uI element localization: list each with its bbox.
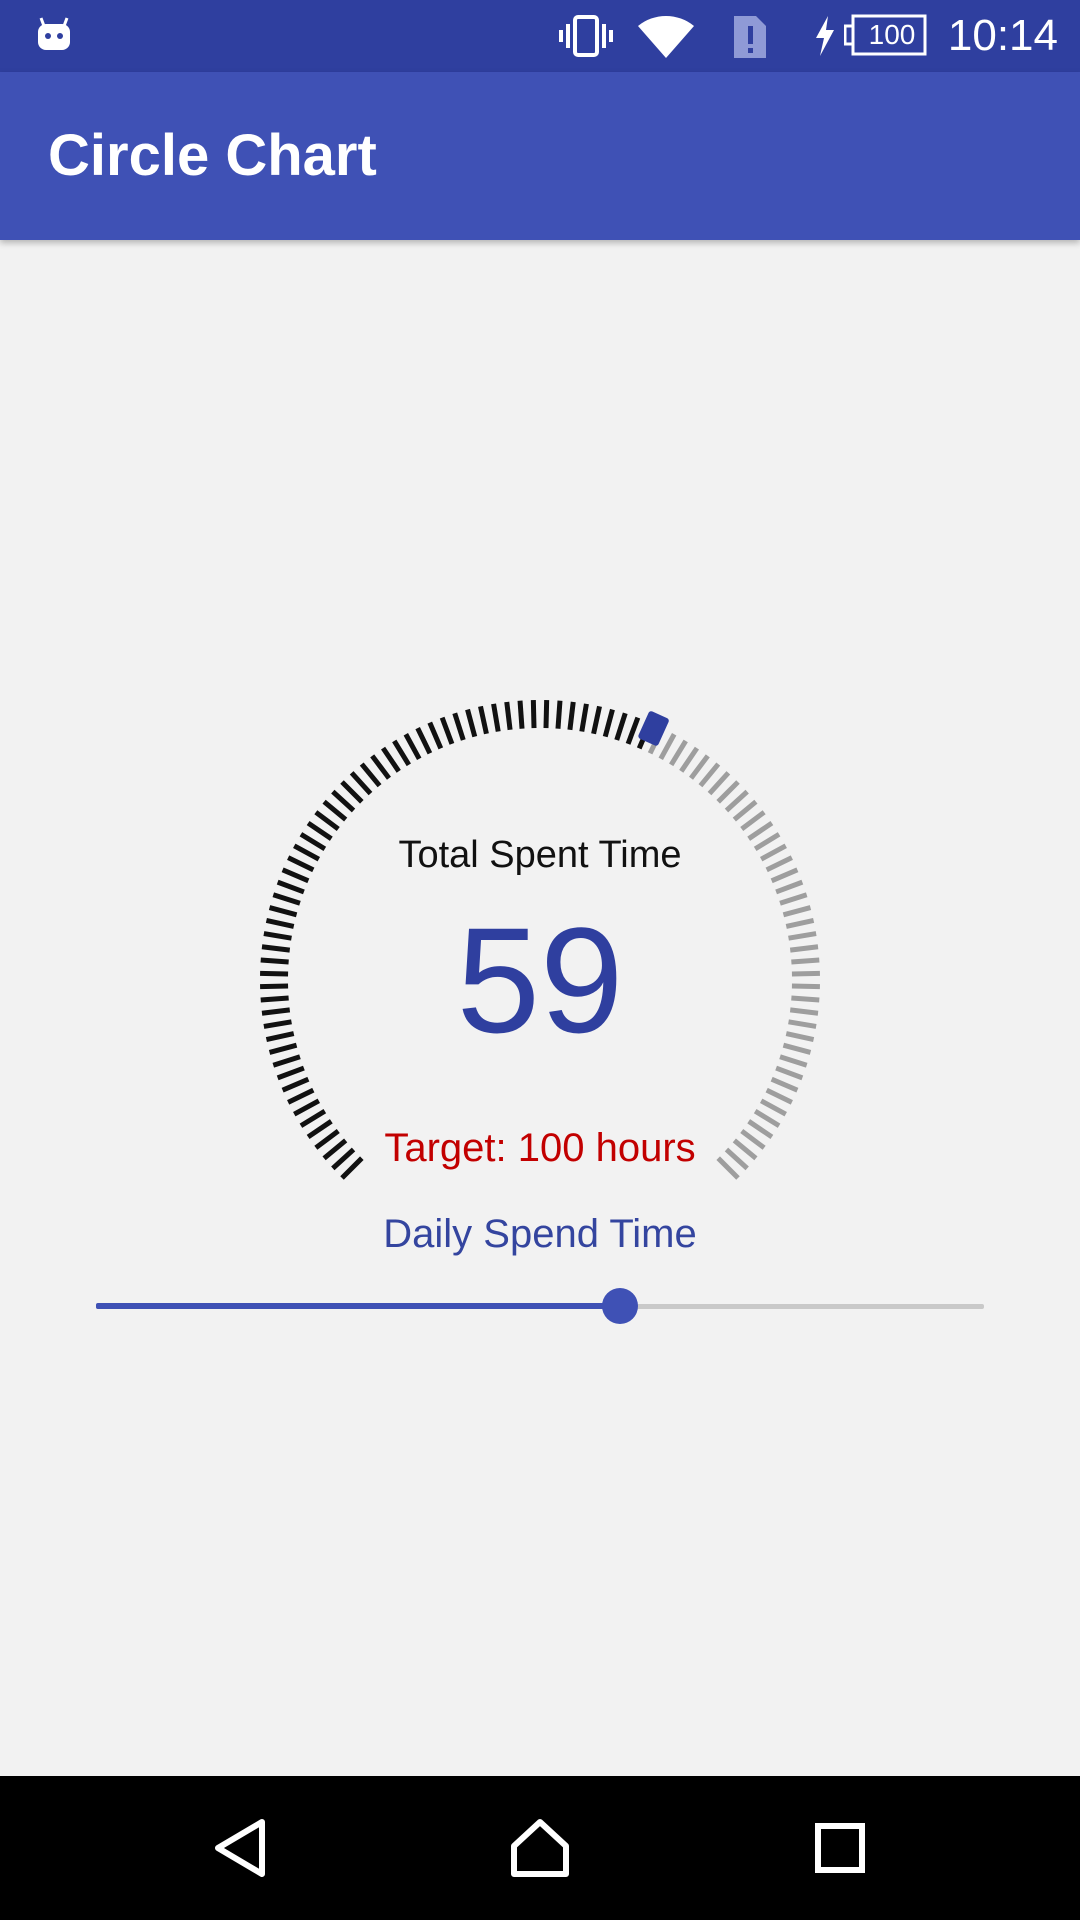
home-icon (511, 1819, 569, 1877)
recents-icon (815, 1823, 865, 1873)
gauge-tick-empty (679, 746, 700, 773)
gauge-tick-filled (276, 1065, 305, 1081)
gauge-tick-filled (491, 703, 501, 732)
gauge-tick-filled (281, 1076, 310, 1093)
gauge-tick-filled (340, 780, 364, 804)
gauge-tick-filled (322, 799, 348, 822)
gauge-tick-empty (689, 754, 710, 780)
charging-icon (816, 16, 834, 56)
gauge-tick-filled (530, 700, 537, 729)
gauge-tick-filled (314, 810, 340, 831)
gauge-tick-empty (669, 739, 688, 767)
gauge-tick-empty (716, 780, 740, 804)
gauge-tick-filled (504, 701, 513, 731)
gauge-tick-filled (359, 762, 382, 788)
gauge-value: 59 (456, 896, 624, 1064)
status-time: 10:14 (947, 11, 1058, 60)
gauge-tick-filled (415, 727, 433, 755)
gauge-tick-filled (625, 716, 641, 745)
gauge-tick-filled (427, 721, 444, 750)
battery-icon: 100 (844, 14, 928, 56)
gauge-tick-filled (276, 879, 305, 895)
back-button[interactable] (160, 1776, 320, 1920)
daily-spend-slider[interactable] (96, 1286, 984, 1326)
gauge-tick-empty (740, 810, 766, 831)
gauge-tick-empty (770, 1076, 799, 1093)
gauge-tick-filled (392, 739, 411, 767)
gauge-tick-filled (478, 705, 489, 735)
gauge-tick-empty (765, 1087, 793, 1105)
wifi-icon (638, 15, 694, 58)
battery-level-text: 100 (868, 19, 916, 50)
page-title: Circle Chart (48, 123, 377, 188)
slider-fill (96, 1303, 620, 1309)
gauge-tick-filled (380, 746, 401, 773)
gauge-tick-filled (567, 701, 576, 731)
slider-label: Daily Spend Time (383, 1212, 697, 1256)
circle-chart: Total Spent Time 59 Target: 100 hours Da… (0, 240, 1080, 1776)
vibrate-icon (559, 15, 613, 57)
gauge-tick-empty (724, 789, 749, 813)
back-icon (215, 1819, 265, 1877)
gauge-tick-empty (658, 733, 677, 761)
gauge-tick-empty (759, 1098, 787, 1117)
gauge-tick-filled (579, 703, 589, 732)
status-bar: 100 10:14 (0, 0, 1080, 72)
gauge-tick-empty (775, 879, 804, 895)
sim-alert-icon (734, 16, 766, 58)
gauge-tick-filled (555, 700, 563, 729)
gauge-tick-filled (517, 700, 525, 729)
gauge-target-label: Target: 100 hours (384, 1126, 696, 1170)
gauge-tick-filled (591, 705, 602, 735)
gauge-tick-empty (698, 762, 721, 788)
gauge-tick-filled (331, 789, 356, 813)
gauge-tick-filled (293, 1098, 321, 1117)
home-button[interactable] (460, 1776, 620, 1920)
gauge-tick-filled (403, 733, 422, 761)
navigation-bar (0, 1776, 1080, 1920)
gauge-tick-filled (439, 716, 455, 745)
app-bar: Circle Chart (0, 72, 1080, 240)
gauge-tick-filled (370, 754, 391, 780)
gauge-tick-empty (732, 799, 758, 822)
gauge-tick-filled (349, 771, 373, 796)
gauge-tick-filled (602, 708, 615, 738)
gauge-tick-filled (287, 1087, 315, 1105)
recents-button[interactable] (760, 1776, 920, 1920)
gauge-tick-filled (465, 708, 478, 738)
android-debug-icon (38, 17, 70, 50)
gauge-tick-filled (543, 700, 550, 729)
gauge-title: Total Spent Time (398, 834, 682, 876)
gauge-tick-empty (775, 1065, 804, 1081)
gauge-tick-filled (452, 712, 466, 741)
gauge-tick-filled (614, 712, 628, 741)
gauge-tick-empty (707, 771, 731, 796)
slider-thumb[interactable] (601, 1288, 638, 1324)
